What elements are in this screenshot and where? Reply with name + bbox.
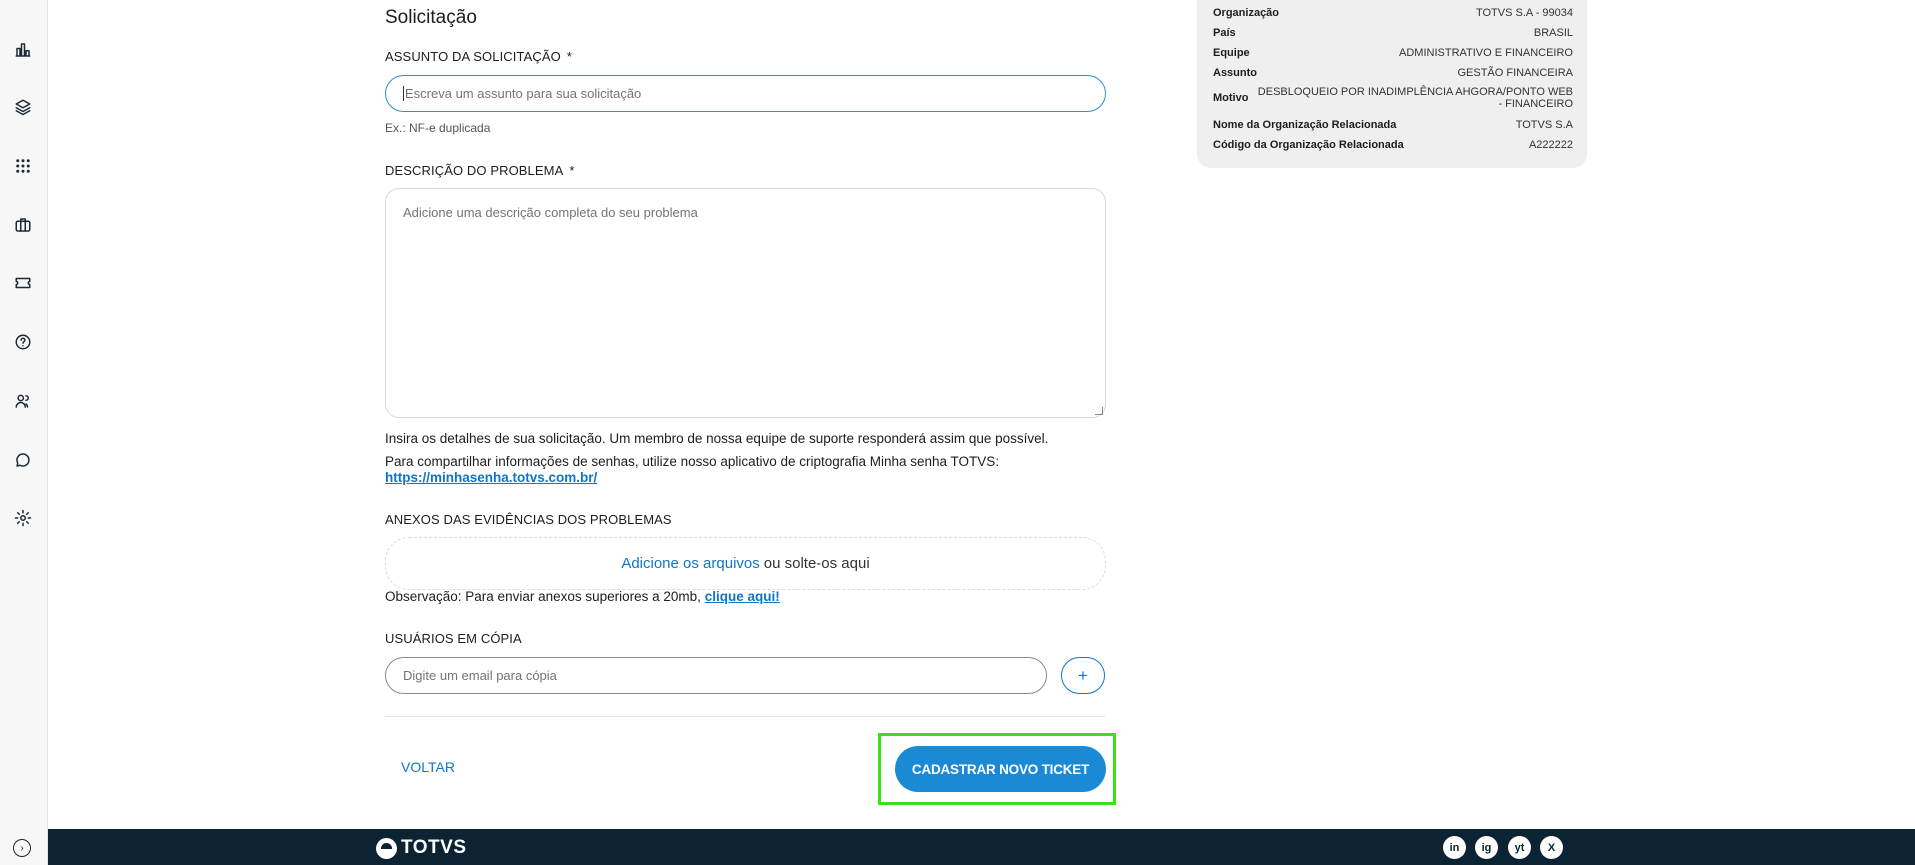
sidebar bbox=[0, 0, 48, 865]
layers-icon[interactable] bbox=[12, 96, 34, 118]
subject-placeholder: Escreva um assunto para sua solicitação bbox=[405, 86, 642, 101]
chart-icon[interactable] bbox=[12, 39, 34, 61]
description-textarea[interactable]: Adicione uma descrição completa do seu p… bbox=[385, 188, 1106, 418]
add-cc-button[interactable]: + bbox=[1061, 657, 1105, 694]
linkedin-icon[interactable]: in bbox=[1443, 836, 1466, 859]
briefcase-icon[interactable] bbox=[12, 214, 34, 236]
brand-name: TOTVS bbox=[401, 837, 467, 858]
divider bbox=[385, 716, 1105, 717]
resize-handle[interactable] bbox=[1095, 407, 1103, 415]
summary-row: Código da Organização Relacionada A222222 bbox=[1213, 139, 1573, 151]
youtube-icon[interactable]: yt bbox=[1508, 836, 1531, 859]
chat-icon[interactable] bbox=[12, 449, 34, 471]
summary-row: Assunto GESTÃO FINANCEIRA bbox=[1213, 67, 1573, 79]
cc-email-input[interactable]: Digite um email para cópia bbox=[385, 657, 1047, 694]
subject-input[interactable]: Escreva um assunto para sua solicitação bbox=[385, 75, 1106, 112]
info-text: Insira os detalhes de sua solicitação. U… bbox=[385, 431, 1049, 446]
attachments-label: ANEXOS DAS EVIDÊNCIAS DOS PROBLEMAS bbox=[385, 512, 672, 527]
cc-placeholder: Digite um email para cópia bbox=[403, 668, 557, 683]
totvs-logo[interactable]: TOTVS bbox=[376, 837, 467, 859]
ticket-summary-card: Organização TOTVS S.A - 99034 País BRASIL … bbox=[1197, 0, 1587, 168]
summary-row: Motivo DESBLOQUEIO POR INADIMPLÊNCIA AHGO… bbox=[1213, 86, 1573, 110]
subject-hint: Ex.: NF-e duplicada bbox=[385, 121, 491, 135]
attachments-dropzone[interactable]: Adicione os arquivos ou solte-os aqui bbox=[385, 537, 1106, 590]
description-label: DESCRIÇÃO DO PROBLEMA * bbox=[385, 163, 575, 178]
users-icon[interactable] bbox=[12, 390, 34, 412]
cc-label: USUÁRIOS EM CÓPIA bbox=[385, 631, 522, 646]
password-link[interactable]: https://minhasenha.totvs.com.br/ bbox=[385, 470, 597, 485]
description-placeholder: Adicione uma descrição completa do seu p… bbox=[403, 205, 698, 220]
settings-icon[interactable] bbox=[12, 507, 34, 529]
back-button[interactable]: VOLTAR bbox=[401, 759, 455, 775]
attachments-note: Observação: Para enviar anexos superiore… bbox=[385, 589, 780, 604]
text-caret bbox=[403, 86, 404, 101]
footer: TOTVS in ig yt X bbox=[48, 829, 1915, 865]
apps-grid-icon[interactable] bbox=[12, 155, 34, 177]
password-text: Para compartilhar informações de senhas,… bbox=[385, 454, 1000, 469]
help-icon[interactable] bbox=[12, 331, 34, 353]
password-link-wrap: https://minhasenha.totvs.com.br/ bbox=[385, 470, 597, 485]
summary-row: Equipe ADMINISTRATIVO E FINANCEIRO bbox=[1213, 47, 1573, 59]
expand-sidebar-icon[interactable]: › bbox=[13, 839, 31, 857]
section-title: Solicitação bbox=[385, 7, 477, 28]
add-files-link[interactable]: Adicione os arquivos bbox=[621, 555, 759, 572]
summary-row: Nome da Organização Relacionada TOTVS S.A bbox=[1213, 119, 1573, 131]
summary-row: Organização TOTVS S.A - 99034 bbox=[1213, 7, 1573, 19]
submit-ticket-button[interactable]: CADASTRAR NOVO TICKET bbox=[895, 746, 1106, 792]
large-attachment-link[interactable]: clique aqui! bbox=[705, 589, 780, 604]
totvs-logo-icon bbox=[376, 837, 397, 859]
instagram-icon[interactable]: ig bbox=[1475, 836, 1498, 859]
ticket-icon[interactable] bbox=[12, 272, 34, 294]
x-twitter-icon[interactable]: X bbox=[1540, 836, 1563, 859]
subject-label: ASSUNTO DA SOLICITAÇÃO * bbox=[385, 49, 572, 64]
drop-text: ou solte-os aqui bbox=[763, 555, 870, 572]
summary-row: País BRASIL bbox=[1213, 27, 1573, 39]
